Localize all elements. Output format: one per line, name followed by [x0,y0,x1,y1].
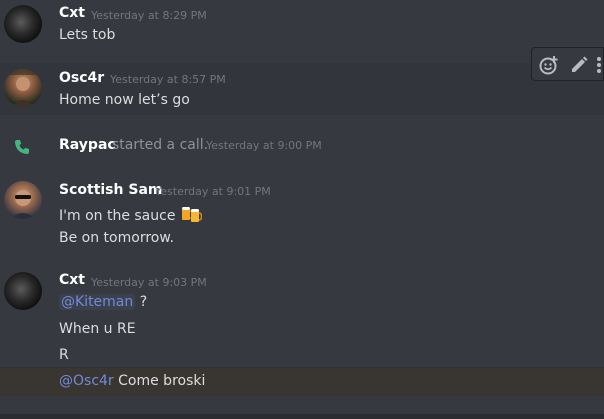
system-action-text: started a call. [112,137,209,153]
message-group-cxt-1: Cxt Yesterday at 8:29 PM Lets tob [0,0,604,60]
author-name[interactable]: Cxt [59,272,85,288]
chat-messages: Cxt Yesterday at 8:29 PM Lets tob Osc4r … [0,0,604,419]
message-toolbar [531,47,604,81]
message-text: When u RE [59,321,136,337]
bottom-divider [0,414,604,419]
system-message-call: Raypac started a call. Yesterday at 9:00… [0,125,604,165]
message-group-scottish-sam: Scottish Sam Yesterday at 9:01 PM I'm on… [0,176,604,256]
message-text: R [59,347,69,363]
message-line: I'm on the sauce [59,203,202,225]
more-icon[interactable] [594,54,604,76]
message-text: Be on tomorrow. [59,230,174,246]
avatar[interactable] [4,5,42,43]
timestamp: Yesterday at 9:03 PM [91,276,207,289]
avatar[interactable] [4,272,42,310]
avatar[interactable] [4,181,42,219]
author-name[interactable]: Osc4r [59,70,104,86]
user-mention[interactable]: @Kiteman [59,294,136,310]
message-text: Come broski [113,373,206,389]
author-name[interactable]: Cxt [59,5,85,21]
message-text: ? [135,294,148,310]
message-line: @Kiteman ? [59,294,147,310]
message-group-osc4r: Osc4r Yesterday at 8:57 PM Home now let’… [0,63,604,115]
phone-icon [15,140,29,154]
add-reaction-icon[interactable] [538,54,560,76]
edit-icon[interactable] [568,54,590,76]
author-name[interactable]: Raypac [59,137,116,153]
author-name[interactable]: Scottish Sam [59,182,162,198]
beers-emoji-icon[interactable] [180,203,202,225]
user-mention[interactable]: @Osc4r [59,373,114,389]
message-group-cxt-2: Cxt Yesterday at 9:03 PM @Kiteman ? When… [0,266,604,366]
message-text: Home now let’s go [59,92,190,108]
timestamp: Yesterday at 9:01 PM [155,185,271,198]
message-line-highlighted: @Osc4r Come broski [0,367,604,396]
message-text: Lets tob [59,27,116,43]
timestamp: Yesterday at 9:00 PM [206,139,322,152]
timestamp: Yesterday at 8:29 PM [91,9,207,22]
message-text: I'm on the sauce [59,208,176,224]
timestamp: Yesterday at 8:57 PM [110,73,226,86]
avatar[interactable] [4,69,42,107]
message-line: @Osc4r Come broski [59,373,205,389]
